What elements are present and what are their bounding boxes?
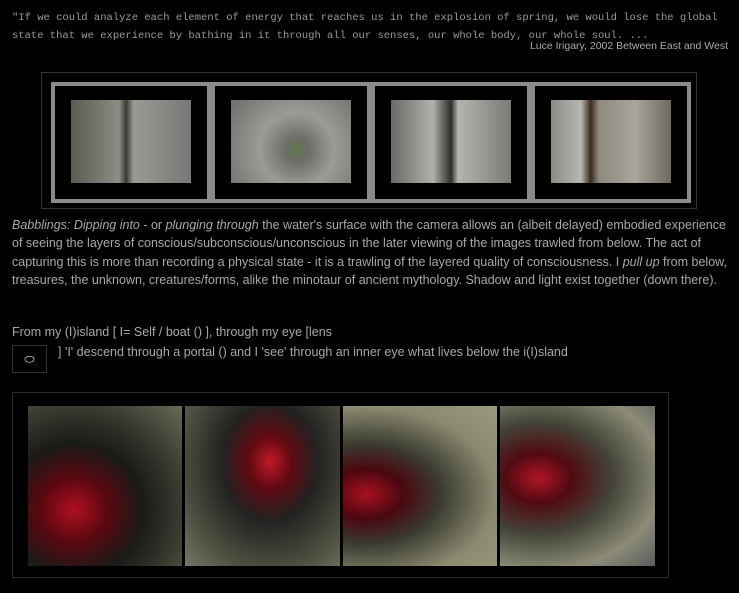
underwater-image-1 [28, 406, 182, 566]
film-image-sprout [391, 100, 511, 183]
film-cell [535, 86, 687, 199]
italic-plunging: plunging through [165, 218, 259, 232]
film-cell [55, 86, 207, 199]
text-span: - or [139, 218, 166, 232]
film-image-plant [231, 100, 351, 183]
underwater-image-2 [185, 406, 340, 566]
filmstrip-frame [51, 82, 691, 203]
film-cell [215, 86, 367, 199]
italic-babblings: Babblings: Dipping into [12, 218, 140, 232]
quote-citation: Luce Irigary, 2002 Between East and West [529, 40, 728, 52]
underwater-image-3 [343, 406, 497, 566]
film-image-branch [551, 100, 671, 183]
underwater-image-4 [500, 406, 655, 566]
filmstrip-top [41, 72, 697, 209]
description-paragraph: Babblings: Dipping into - or plunging th… [12, 216, 727, 289]
eye-icon[interactable]: ⬭ [12, 345, 47, 373]
film-cell [375, 86, 527, 199]
italic-pull-up: pull up [622, 254, 660, 269]
island-line-1: From my (I)island [ I= Self / boat () ],… [12, 325, 332, 339]
image-strip-bottom [12, 392, 669, 578]
film-image-reed [71, 100, 191, 183]
island-line-2: ] 'I' descend through a portal () and I … [58, 345, 568, 359]
